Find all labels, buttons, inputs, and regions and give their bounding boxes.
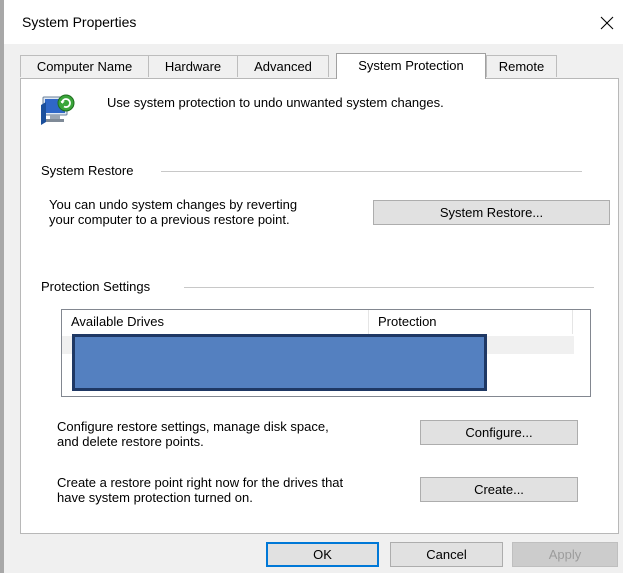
column-header-available-drives[interactable]: Available Drives bbox=[62, 310, 368, 334]
system-restore-description: You can undo system changes by reverting… bbox=[49, 197, 297, 227]
column-header-protection[interactable]: Protection bbox=[369, 310, 572, 334]
configure-desc-line2: and delete restore points. bbox=[57, 434, 204, 449]
redacted-drive-rows bbox=[72, 334, 487, 391]
drives-list-header: Available Drives Protection bbox=[62, 310, 590, 334]
create-desc-line2: have system protection turned on. bbox=[57, 490, 253, 505]
create-desc-line1: Create a restore point right now for the… bbox=[57, 475, 344, 490]
tab-computer-name[interactable]: Computer Name bbox=[20, 55, 149, 77]
close-icon bbox=[600, 16, 614, 30]
column-separator bbox=[572, 310, 573, 334]
create-description: Create a restore point right now for the… bbox=[57, 475, 343, 505]
create-button[interactable]: Create... bbox=[420, 477, 578, 502]
system-restore-desc-line2: your computer to a previous restore poin… bbox=[49, 212, 290, 227]
ok-button[interactable]: OK bbox=[266, 542, 379, 567]
protection-settings-group-title: Protection Settings bbox=[41, 279, 157, 294]
tab-advanced[interactable]: Advanced bbox=[237, 55, 329, 77]
tab-system-protection[interactable]: System Protection bbox=[336, 53, 486, 79]
title-bar[interactable]: System Properties bbox=[4, 0, 623, 44]
close-button[interactable] bbox=[591, 8, 623, 38]
dialog-button-bar: OK Cancel Apply bbox=[4, 534, 623, 573]
window-border bbox=[0, 0, 4, 573]
configure-button[interactable]: Configure... bbox=[420, 420, 578, 445]
window-title: System Properties bbox=[22, 14, 137, 30]
group-divider bbox=[161, 171, 582, 172]
system-restore-desc-line1: You can undo system changes by reverting bbox=[49, 197, 298, 212]
apply-button[interactable]: Apply bbox=[512, 542, 618, 567]
system-protection-icon bbox=[37, 91, 77, 131]
system-restore-group-title: System Restore bbox=[41, 163, 140, 178]
tab-panel-system-protection: Use system protection to undo unwanted s… bbox=[20, 78, 619, 534]
configure-desc-line1: Configure restore settings, manage disk … bbox=[57, 419, 329, 434]
cancel-button[interactable]: Cancel bbox=[390, 542, 503, 567]
drives-list[interactable]: Available Drives Protection bbox=[61, 309, 591, 397]
system-restore-button[interactable]: System Restore... bbox=[373, 200, 610, 225]
group-divider bbox=[184, 287, 594, 288]
tab-hardware[interactable]: Hardware bbox=[148, 55, 238, 77]
tab-remote[interactable]: Remote bbox=[486, 55, 557, 77]
system-properties-window: System Properties Computer Name Hardware… bbox=[0, 0, 623, 573]
intro-text: Use system protection to undo unwanted s… bbox=[107, 95, 444, 110]
configure-description: Configure restore settings, manage disk … bbox=[57, 419, 329, 449]
